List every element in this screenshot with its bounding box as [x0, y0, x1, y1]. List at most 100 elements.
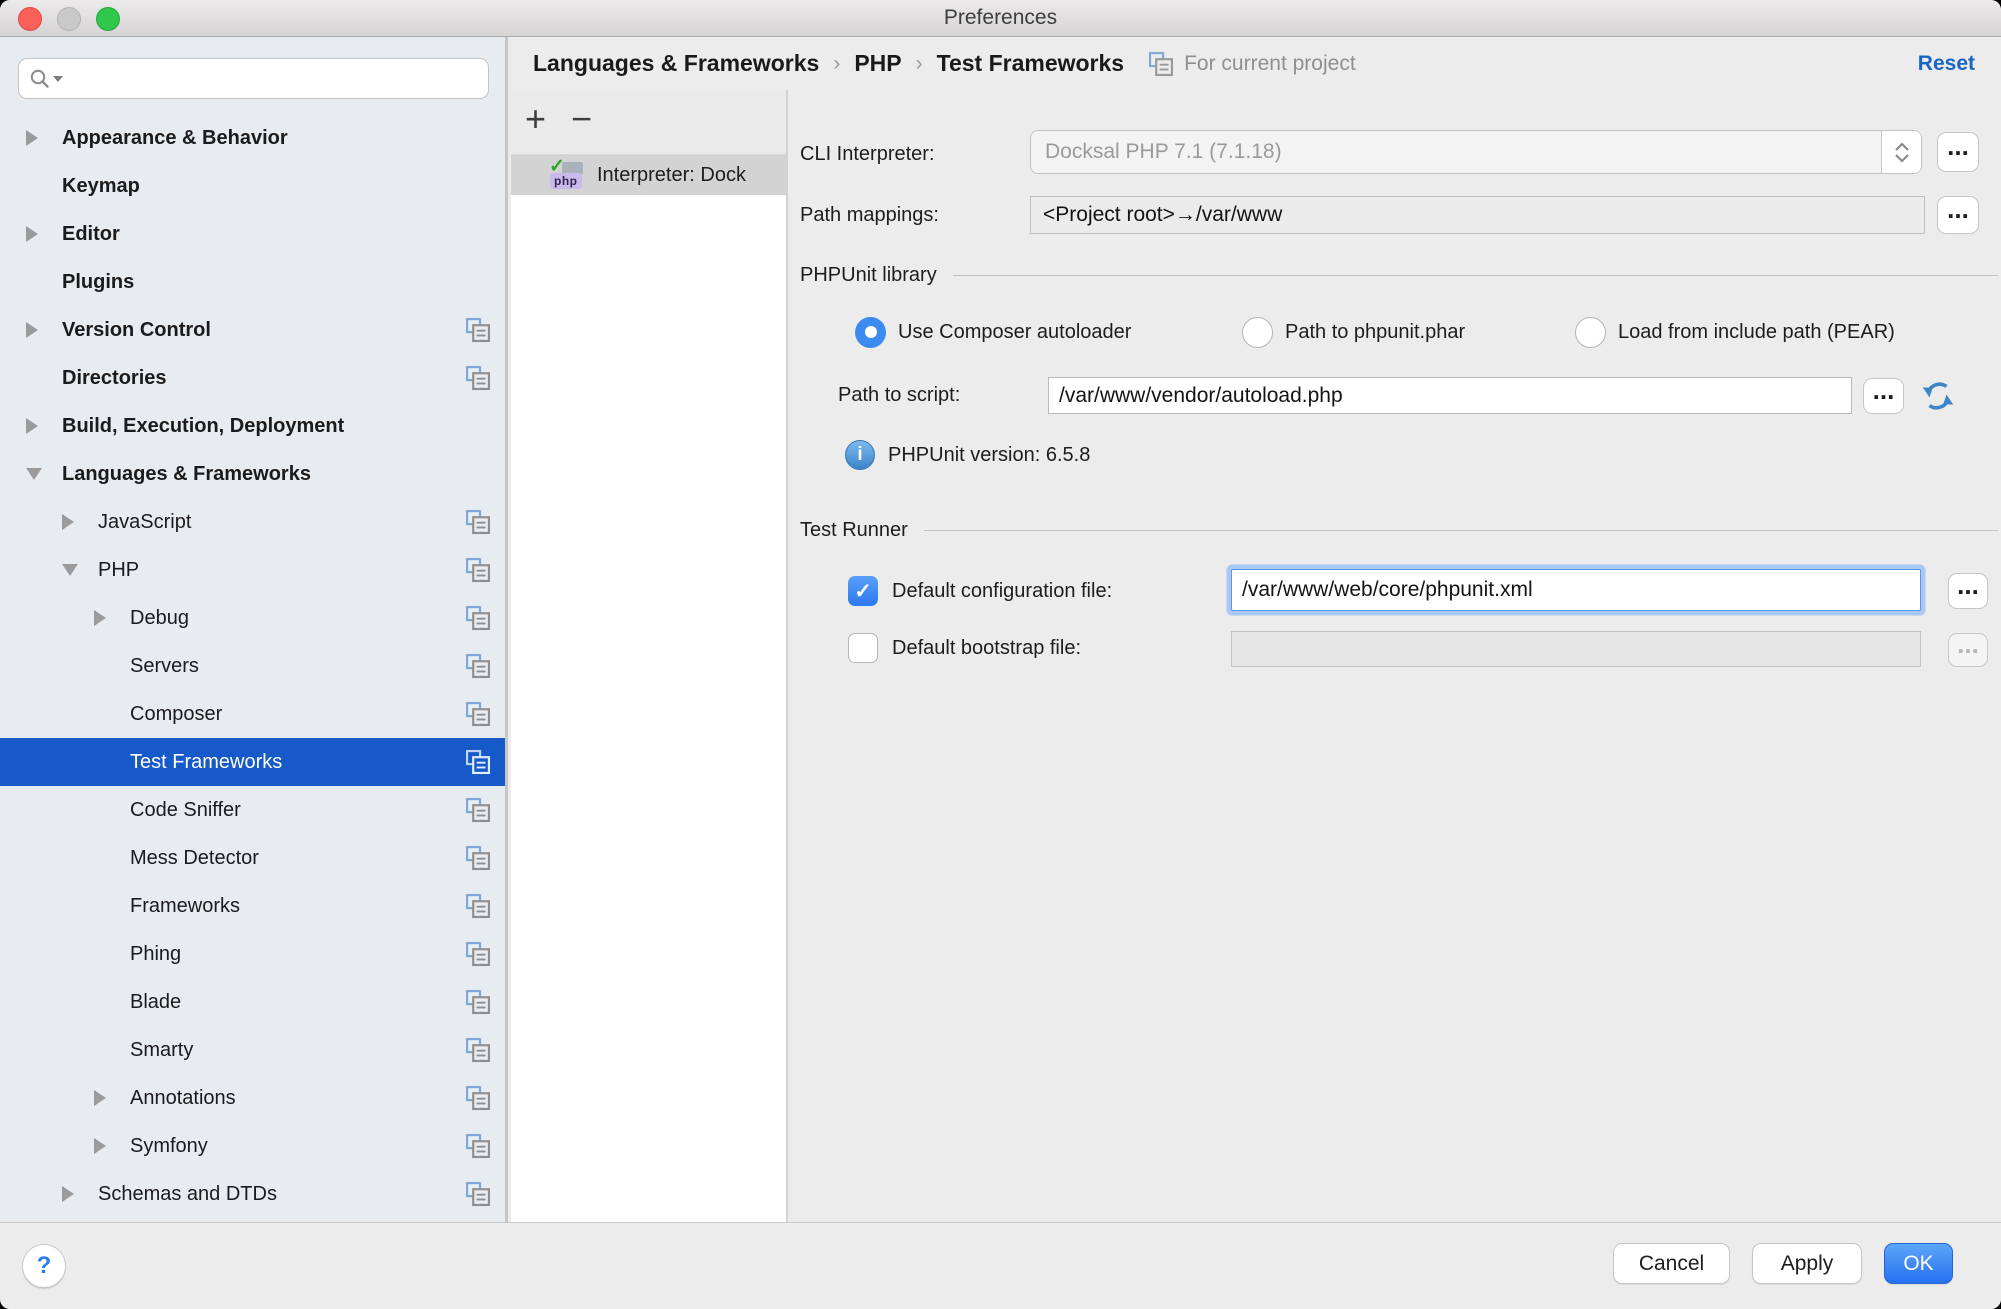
chevron-right-icon[interactable] [26, 130, 62, 146]
sidebar-item-servers[interactable]: Servers [0, 642, 505, 690]
breadcrumb-php[interactable]: PHP [854, 50, 901, 77]
stepper-control[interactable] [1881, 131, 1921, 173]
default-configuration-file-browse-button[interactable]: ... [1948, 573, 1988, 609]
per-project-icon [465, 509, 491, 535]
radio-label: Path to phpunit.phar [1285, 321, 1465, 344]
remove-interpreter-button[interactable]: − [571, 90, 592, 154]
interpreter-list-item[interactable]: ✓ php Interpreter: Dock [511, 155, 786, 195]
chevron-right-icon[interactable] [94, 610, 130, 626]
cancel-button[interactable]: Cancel [1613, 1243, 1730, 1284]
per-project-icon [465, 317, 491, 343]
sidebar-item-annotations[interactable]: Annotations [0, 1074, 505, 1122]
per-project-icon [1148, 51, 1174, 77]
sidebar-item-schemas-and-dtds[interactable]: Schemas and DTDs [0, 1170, 505, 1218]
scope-indicator: For current project [1148, 51, 1356, 77]
chevron-right-icon[interactable] [94, 1090, 130, 1106]
radio-button[interactable] [855, 317, 886, 348]
scope-label: For current project [1184, 52, 1356, 76]
sidebar-item-label: Plugins [62, 271, 134, 294]
chevron-down-icon[interactable] [62, 564, 98, 576]
sidebar-item-mess-detector[interactable]: Mess Detector [0, 834, 505, 882]
sidebar-item-editor[interactable]: Editor [0, 210, 505, 258]
radio-load-from-include-path-pear[interactable]: Load from include path (PEAR) [1575, 316, 1895, 348]
reset-link[interactable]: Reset [1918, 52, 1975, 76]
chevron-right-icon[interactable] [62, 1186, 98, 1202]
sidebar-item-javascript[interactable]: JavaScript [0, 498, 505, 546]
test-frameworks-settings: CLI Interpreter: Docksal PHP 7.1 (7.1.18… [790, 90, 2001, 1222]
sidebar-item-frameworks[interactable]: Frameworks [0, 882, 505, 930]
sidebar-item-php[interactable]: PHP [0, 546, 505, 594]
window-title: Preferences [944, 6, 1057, 30]
radio-path-to-phpunit-phar[interactable]: Path to phpunit.phar [1242, 316, 1465, 348]
sidebar-item-symfony[interactable]: Symfony [0, 1122, 505, 1170]
sidebar-item-test-frameworks[interactable]: Test Frameworks [0, 738, 505, 786]
chevron-right-icon[interactable] [26, 226, 62, 242]
sidebar-item-label: Servers [130, 655, 199, 678]
sidebar-item-blade[interactable]: Blade [0, 978, 505, 1026]
chevron-down-icon [1894, 154, 1910, 163]
default-configuration-file-input[interactable] [1231, 569, 1921, 611]
sidebar-item-composer[interactable]: Composer [0, 690, 505, 738]
cli-interpreter-browse-button[interactable]: ... [1937, 132, 1979, 172]
sidebar-item-label: Symfony [130, 1135, 208, 1158]
radio-button[interactable] [1242, 317, 1273, 348]
chevron-right-icon[interactable] [26, 322, 62, 338]
radio-label: Use Composer autoloader [898, 321, 1131, 344]
sidebar-item-debug[interactable]: Debug [0, 594, 505, 642]
per-project-icon [465, 941, 491, 967]
sidebar-item-plugins[interactable]: Plugins [0, 258, 505, 306]
sidebar-item-code-sniffer[interactable]: Code Sniffer [0, 786, 505, 834]
sidebar-item-languages-frameworks[interactable]: Languages & Frameworks [0, 450, 505, 498]
sidebar-item-smarty[interactable]: Smarty [0, 1026, 505, 1074]
info-icon: i [845, 440, 875, 470]
chevron-down-icon[interactable] [26, 468, 62, 480]
path-mappings-field[interactable]: <Project root>→/var/www [1030, 196, 1925, 234]
cli-interpreter-value: Docksal PHP 7.1 (7.1.18) [1031, 131, 1881, 173]
dialog-footer: ? Cancel Apply OK [0, 1222, 2001, 1309]
radio-use-composer-autoloader[interactable]: Use Composer autoloader [855, 316, 1131, 348]
breadcrumb-languages-frameworks[interactable]: Languages & Frameworks [533, 50, 819, 77]
ok-button[interactable]: OK [1884, 1243, 1953, 1284]
per-project-icon [465, 1037, 491, 1063]
sidebar-item-version-control[interactable]: Version Control [0, 306, 505, 354]
path-to-script-browse-button[interactable]: ... [1863, 378, 1904, 414]
add-interpreter-button[interactable]: + [525, 90, 546, 154]
sidebar-item-directories[interactable]: Directories [0, 354, 505, 402]
sidebar-item-label: Annotations [130, 1087, 236, 1110]
sidebar-item-label: Mess Detector [130, 847, 259, 870]
chevron-right-icon[interactable] [94, 1138, 130, 1154]
default-bootstrap-file-checkbox[interactable] [848, 633, 878, 663]
sidebar-item-label: Languages & Frameworks [62, 463, 311, 486]
help-button[interactable]: ? [22, 1244, 66, 1288]
search-input[interactable] [69, 67, 488, 91]
chevron-right-icon[interactable] [26, 418, 62, 434]
sidebar-item-build-execution-deployment[interactable]: Build, Execution, Deployment [0, 402, 505, 450]
per-project-icon [465, 653, 491, 679]
sidebar-item-label: Appearance & Behavior [62, 127, 288, 150]
sidebar-item-phing[interactable]: Phing [0, 930, 505, 978]
sidebar-item-label: Frameworks [130, 895, 240, 918]
per-project-icon [465, 701, 491, 727]
apply-button[interactable]: Apply [1752, 1243, 1862, 1284]
test-runner-section: Test Runner [800, 515, 1998, 545]
sidebar-item-label: Composer [130, 703, 222, 726]
per-project-icon [465, 989, 491, 1015]
close-button[interactable] [18, 7, 42, 31]
path-mappings-browse-button[interactable]: ... [1937, 196, 1979, 234]
per-project-icon [465, 557, 491, 583]
default-configuration-file-checkbox[interactable]: ✓ [848, 576, 878, 606]
interpreter-label: Interpreter: Dock [597, 164, 746, 187]
zoom-button[interactable] [96, 7, 120, 31]
sidebar-item-appearance-behavior[interactable]: Appearance & Behavior [0, 114, 505, 162]
chevron-right-icon[interactable] [62, 514, 98, 530]
settings-search-field[interactable] [18, 58, 489, 99]
path-to-script-input[interactable] [1048, 377, 1852, 414]
per-project-icon [465, 1133, 491, 1159]
sidebar-item-keymap[interactable]: Keymap [0, 162, 505, 210]
per-project-icon [465, 845, 491, 871]
per-project-icon [465, 1085, 491, 1111]
reload-phpunit-button[interactable] [1918, 376, 1958, 416]
cli-interpreter-select[interactable]: Docksal PHP 7.1 (7.1.18) [1030, 130, 1922, 174]
radio-button[interactable] [1575, 317, 1606, 348]
search-options-caret-icon[interactable] [53, 76, 63, 82]
